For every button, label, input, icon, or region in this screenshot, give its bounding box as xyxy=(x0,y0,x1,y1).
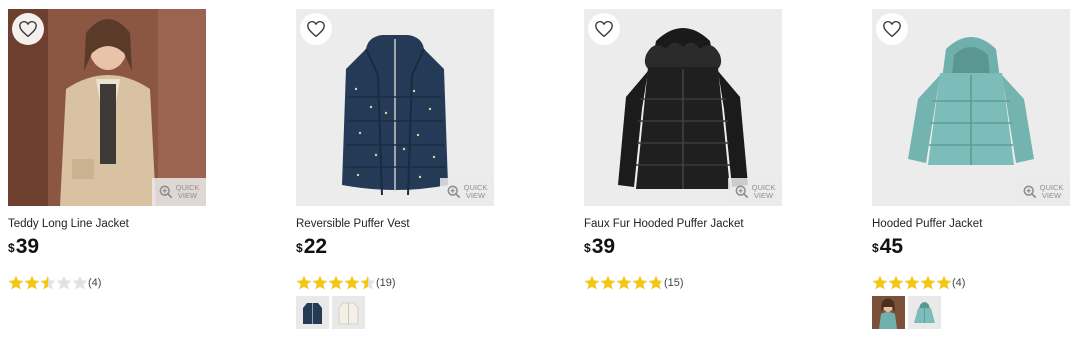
currency-symbol: $ xyxy=(296,241,303,255)
star-icon xyxy=(344,275,360,290)
magnify-plus-icon xyxy=(735,185,748,199)
star-icon xyxy=(24,275,40,290)
quick-view-button[interactable]: QUICK VIEW xyxy=(728,178,782,206)
model-photo-thumbnail xyxy=(872,296,905,329)
magnify-plus-icon xyxy=(447,185,460,199)
review-count: (4) xyxy=(88,277,102,289)
wishlist-button[interactable] xyxy=(300,13,332,45)
star-icon xyxy=(56,275,72,290)
product-image[interactable]: QUICK VIEW xyxy=(584,9,782,206)
product-title[interactable]: Faux Fur Hooded Puffer Jacket xyxy=(584,218,782,232)
color-swatches xyxy=(296,296,494,329)
product-card[interactable]: QUICK VIEW Hooded Puffer Jacket $45 (4) xyxy=(872,9,1070,329)
product-price: $22 xyxy=(296,235,494,259)
teal-jacket-thumbnail xyxy=(908,296,941,329)
product-card[interactable]: QUICK VIEW Reversible Puffer Vest $22 (1… xyxy=(296,9,494,329)
review-count: (15) xyxy=(664,277,684,289)
star-icon xyxy=(648,275,664,290)
heart-outline-icon xyxy=(307,20,325,38)
magnify-plus-icon xyxy=(1023,185,1036,199)
star-icon xyxy=(920,275,936,290)
swatch-cream[interactable] xyxy=(332,296,365,329)
magnify-plus-icon xyxy=(159,185,172,199)
review-count: (4) xyxy=(952,277,966,289)
heart-outline-icon xyxy=(595,20,613,38)
star-rating xyxy=(584,275,664,291)
currency-symbol: $ xyxy=(584,241,591,255)
product-price: $39 xyxy=(8,235,206,259)
quick-view-label: QUICK VIEW xyxy=(175,183,200,200)
heart-outline-icon xyxy=(883,20,901,38)
quick-view-label: QUICK VIEW xyxy=(751,183,776,200)
star-icon xyxy=(328,275,344,290)
product-price: $39 xyxy=(584,235,782,259)
quick-view-button[interactable]: QUICK VIEW xyxy=(440,178,494,206)
star-icon xyxy=(8,275,24,290)
star-icon xyxy=(616,275,632,290)
product-title[interactable]: Hooded Puffer Jacket xyxy=(872,218,1070,232)
product-image[interactable]: QUICK VIEW xyxy=(8,9,206,206)
review-count: (19) xyxy=(376,277,396,289)
star-icon xyxy=(632,275,648,290)
swatch-model-photo[interactable] xyxy=(872,296,905,329)
currency-symbol: $ xyxy=(8,241,15,255)
star-icon xyxy=(888,275,904,290)
star-rating xyxy=(8,275,88,291)
wishlist-button[interactable] xyxy=(876,13,908,45)
heart-outline-icon xyxy=(19,20,37,38)
swatch-navy[interactable] xyxy=(296,296,329,329)
product-card[interactable]: QUICK VIEW Teddy Long Line Jacket $39 (4… xyxy=(8,9,206,291)
currency-symbol: $ xyxy=(872,241,879,255)
star-icon xyxy=(360,275,376,290)
quick-view-label: QUICK VIEW xyxy=(1039,183,1064,200)
rating-row[interactable]: (19) xyxy=(296,275,494,291)
quick-view-button[interactable]: QUICK VIEW xyxy=(1016,178,1070,206)
star-rating xyxy=(296,275,376,291)
star-icon xyxy=(312,275,328,290)
product-card[interactable]: QUICK VIEW Faux Fur Hooded Puffer Jacket… xyxy=(584,9,782,291)
product-image[interactable]: QUICK VIEW xyxy=(296,9,494,206)
product-price: $45 xyxy=(872,235,1070,259)
star-icon xyxy=(296,275,312,290)
quick-view-label: QUICK VIEW xyxy=(463,183,488,200)
price-value: 45 xyxy=(879,235,904,258)
wishlist-button[interactable] xyxy=(588,13,620,45)
star-icon xyxy=(40,275,56,290)
star-icon xyxy=(600,275,616,290)
star-icon xyxy=(584,275,600,290)
rating-row[interactable]: (15) xyxy=(584,275,782,291)
cream-vest-thumbnail xyxy=(332,296,365,329)
wishlist-button[interactable] xyxy=(12,13,44,45)
star-icon xyxy=(872,275,888,290)
price-value: 39 xyxy=(591,235,616,258)
color-swatches xyxy=(872,296,1070,329)
navy-vest-thumbnail xyxy=(296,296,329,329)
product-title[interactable]: Teddy Long Line Jacket xyxy=(8,218,206,232)
product-title[interactable]: Reversible Puffer Vest xyxy=(296,218,494,232)
star-icon xyxy=(936,275,952,290)
star-icon xyxy=(904,275,920,290)
star-rating xyxy=(872,275,952,291)
star-icon xyxy=(72,275,88,290)
rating-row[interactable]: (4) xyxy=(872,275,1070,291)
quick-view-button[interactable]: QUICK VIEW xyxy=(152,178,206,206)
rating-row[interactable]: (4) xyxy=(8,275,206,291)
price-value: 39 xyxy=(15,235,40,258)
price-value: 22 xyxy=(303,235,328,258)
swatch-teal[interactable] xyxy=(908,296,941,329)
product-image[interactable]: QUICK VIEW xyxy=(872,9,1070,206)
